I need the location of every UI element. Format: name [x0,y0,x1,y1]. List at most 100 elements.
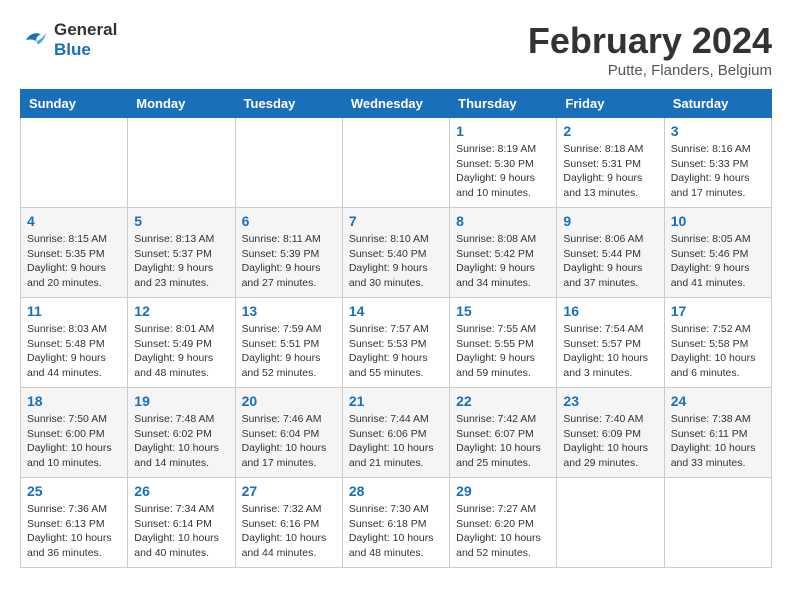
day-info: Sunrise: 7:55 AMSunset: 5:55 PMDaylight:… [456,322,550,381]
day-info: Sunrise: 8:08 AMSunset: 5:42 PMDaylight:… [456,232,550,291]
day-number: 24 [671,393,765,409]
day-info: Sunrise: 7:36 AMSunset: 6:13 PMDaylight:… [27,502,121,561]
day-info: Sunrise: 7:59 AMSunset: 5:51 PMDaylight:… [242,322,336,381]
calendar-cell: 21 Sunrise: 7:44 AMSunset: 6:06 PMDayligh… [342,388,449,478]
calendar-week-row: 11 Sunrise: 8:03 AMSunset: 5:48 PMDayligh… [21,298,772,388]
calendar-cell: 29 Sunrise: 7:27 AMSunset: 6:20 PMDayligh… [450,478,557,568]
calendar-cell: 19 Sunrise: 7:48 AMSunset: 6:02 PMDayligh… [128,388,235,478]
day-info: Sunrise: 7:52 AMSunset: 5:58 PMDaylight:… [671,322,765,381]
calendar-week-row: 18Sunrise: 7:50 AMSunset: 6:00 PMDayligh… [21,388,772,478]
calendar-cell: 1 Sunrise: 8:19 AMSunset: 5:30 PMDaylight… [450,118,557,208]
weekday-header: Friday [557,90,664,118]
calendar-cell [128,118,235,208]
day-info: Sunrise: 7:38 AMSunset: 6:11 PMDaylight:… [671,412,765,471]
day-number: 12 [134,303,228,319]
day-info: Sunrise: 7:30 AMSunset: 6:18 PMDaylight:… [349,502,443,561]
day-number: 14 [349,303,443,319]
day-info: Sunrise: 7:42 AMSunset: 6:07 PMDaylight:… [456,412,550,471]
day-info: Sunrise: 7:32 AMSunset: 6:16 PMDaylight:… [242,502,336,561]
day-number: 15 [456,303,550,319]
calendar-cell: 16Sunrise: 7:54 AMSunset: 5:57 PMDayligh… [557,298,664,388]
calendar-week-row: 1 Sunrise: 8:19 AMSunset: 5:30 PMDaylight… [21,118,772,208]
day-number: 9 [563,213,657,229]
day-number: 2 [563,123,657,139]
calendar-cell [235,118,342,208]
day-info: Sunrise: 7:34 AMSunset: 6:14 PMDaylight:… [134,502,228,561]
day-number: 29 [456,483,550,499]
weekday-header: Sunday [21,90,128,118]
calendar-cell [557,478,664,568]
calendar-cell [664,478,771,568]
day-number: 11 [27,303,121,319]
day-number: 1 [456,123,550,139]
calendar-table: SundayMondayTuesdayWednesdayThursdayFrid… [20,89,772,568]
calendar-cell: 22Sunrise: 7:42 AMSunset: 6:07 PMDayligh… [450,388,557,478]
calendar-cell: 8Sunrise: 8:08 AMSunset: 5:42 PMDaylight… [450,208,557,298]
day-number: 19 [134,393,228,409]
day-info: Sunrise: 8:06 AMSunset: 5:44 PMDaylight:… [563,232,657,291]
logo-icon [20,25,50,55]
day-info: Sunrise: 7:40 AMSunset: 6:09 PMDaylight:… [563,412,657,471]
day-number: 27 [242,483,336,499]
calendar-cell: 2Sunrise: 8:18 AMSunset: 5:31 PMDaylight… [557,118,664,208]
day-info: Sunrise: 7:50 AMSunset: 6:00 PMDaylight:… [27,412,121,471]
day-number: 4 [27,213,121,229]
calendar-cell: 18Sunrise: 7:50 AMSunset: 6:00 PMDayligh… [21,388,128,478]
weekday-header-row: SundayMondayTuesdayWednesdayThursdayFrid… [21,90,772,118]
calendar-cell: 3 Sunrise: 8:16 AMSunset: 5:33 PMDaylight… [664,118,771,208]
location-subtitle: Putte, Flanders, Belgium [528,62,772,79]
day-info: Sunrise: 8:03 AMSunset: 5:48 PMDaylight:… [27,322,121,381]
day-number: 10 [671,213,765,229]
day-number: 28 [349,483,443,499]
day-number: 21 [349,393,443,409]
day-info: Sunrise: 8:11 AMSunset: 5:39 PMDaylight:… [242,232,336,291]
calendar-cell: 28 Sunrise: 7:30 AMSunset: 6:18 PMDayligh… [342,478,449,568]
calendar-cell: 9 Sunrise: 8:06 AMSunset: 5:44 PMDaylight… [557,208,664,298]
month-title: February 2024 [528,20,772,62]
day-number: 6 [242,213,336,229]
calendar-cell: 7Sunrise: 8:10 AMSunset: 5:40 PMDaylight… [342,208,449,298]
day-info: Sunrise: 8:16 AMSunset: 5:33 PMDaylight:… [671,142,765,201]
calendar-cell: 13 Sunrise: 7:59 AMSunset: 5:51 PMDayligh… [235,298,342,388]
day-info: Sunrise: 8:19 AMSunset: 5:30 PMDaylight:… [456,142,550,201]
calendar-cell [342,118,449,208]
calendar-week-row: 25 Sunrise: 7:36 AMSunset: 6:13 PMDayligh… [21,478,772,568]
logo-text: General Blue [54,20,117,60]
weekday-header: Thursday [450,90,557,118]
day-number: 23 [563,393,657,409]
logo: General Blue [20,20,117,60]
weekday-header: Wednesday [342,90,449,118]
calendar-cell: 10 Sunrise: 8:05 AMSunset: 5:46 PMDayligh… [664,208,771,298]
day-number: 17 [671,303,765,319]
calendar-cell: 4 Sunrise: 8:15 AMSunset: 5:35 PMDaylight… [21,208,128,298]
day-info: Sunrise: 8:15 AMSunset: 5:35 PMDaylight:… [27,232,121,291]
calendar-cell: 20Sunrise: 7:46 AMSunset: 6:04 PMDayligh… [235,388,342,478]
day-info: Sunrise: 7:44 AMSunset: 6:06 PMDaylight:… [349,412,443,471]
weekday-header: Monday [128,90,235,118]
day-number: 25 [27,483,121,499]
day-number: 13 [242,303,336,319]
day-number: 16 [563,303,657,319]
calendar-cell: 14Sunrise: 7:57 AMSunset: 5:53 PMDayligh… [342,298,449,388]
calendar-cell: 23 Sunrise: 7:40 AMSunset: 6:09 PMDayligh… [557,388,664,478]
calendar-week-row: 4 Sunrise: 8:15 AMSunset: 5:35 PMDaylight… [21,208,772,298]
calendar-cell: 27 Sunrise: 7:32 AMSunset: 6:16 PMDayligh… [235,478,342,568]
day-number: 3 [671,123,765,139]
weekday-header: Tuesday [235,90,342,118]
calendar-cell: 6 Sunrise: 8:11 AMSunset: 5:39 PMDaylight… [235,208,342,298]
day-info: Sunrise: 7:27 AMSunset: 6:20 PMDaylight:… [456,502,550,561]
day-info: Sunrise: 8:05 AMSunset: 5:46 PMDaylight:… [671,232,765,291]
day-number: 7 [349,213,443,229]
calendar-cell: 25 Sunrise: 7:36 AMSunset: 6:13 PMDayligh… [21,478,128,568]
calendar-cell: 11 Sunrise: 8:03 AMSunset: 5:48 PMDayligh… [21,298,128,388]
calendar-cell: 5Sunrise: 8:13 AMSunset: 5:37 PMDaylight… [128,208,235,298]
day-info: Sunrise: 7:46 AMSunset: 6:04 PMDaylight:… [242,412,336,471]
day-info: Sunrise: 8:01 AMSunset: 5:49 PMDaylight:… [134,322,228,381]
day-info: Sunrise: 7:48 AMSunset: 6:02 PMDaylight:… [134,412,228,471]
day-number: 5 [134,213,228,229]
calendar-cell: 17 Sunrise: 7:52 AMSunset: 5:58 PMDayligh… [664,298,771,388]
calendar-cell: 26 Sunrise: 7:34 AMSunset: 6:14 PMDayligh… [128,478,235,568]
day-number: 26 [134,483,228,499]
calendar-cell: 24 Sunrise: 7:38 AMSunset: 6:11 PMDayligh… [664,388,771,478]
title-block: February 2024 Putte, Flanders, Belgium [528,20,772,79]
